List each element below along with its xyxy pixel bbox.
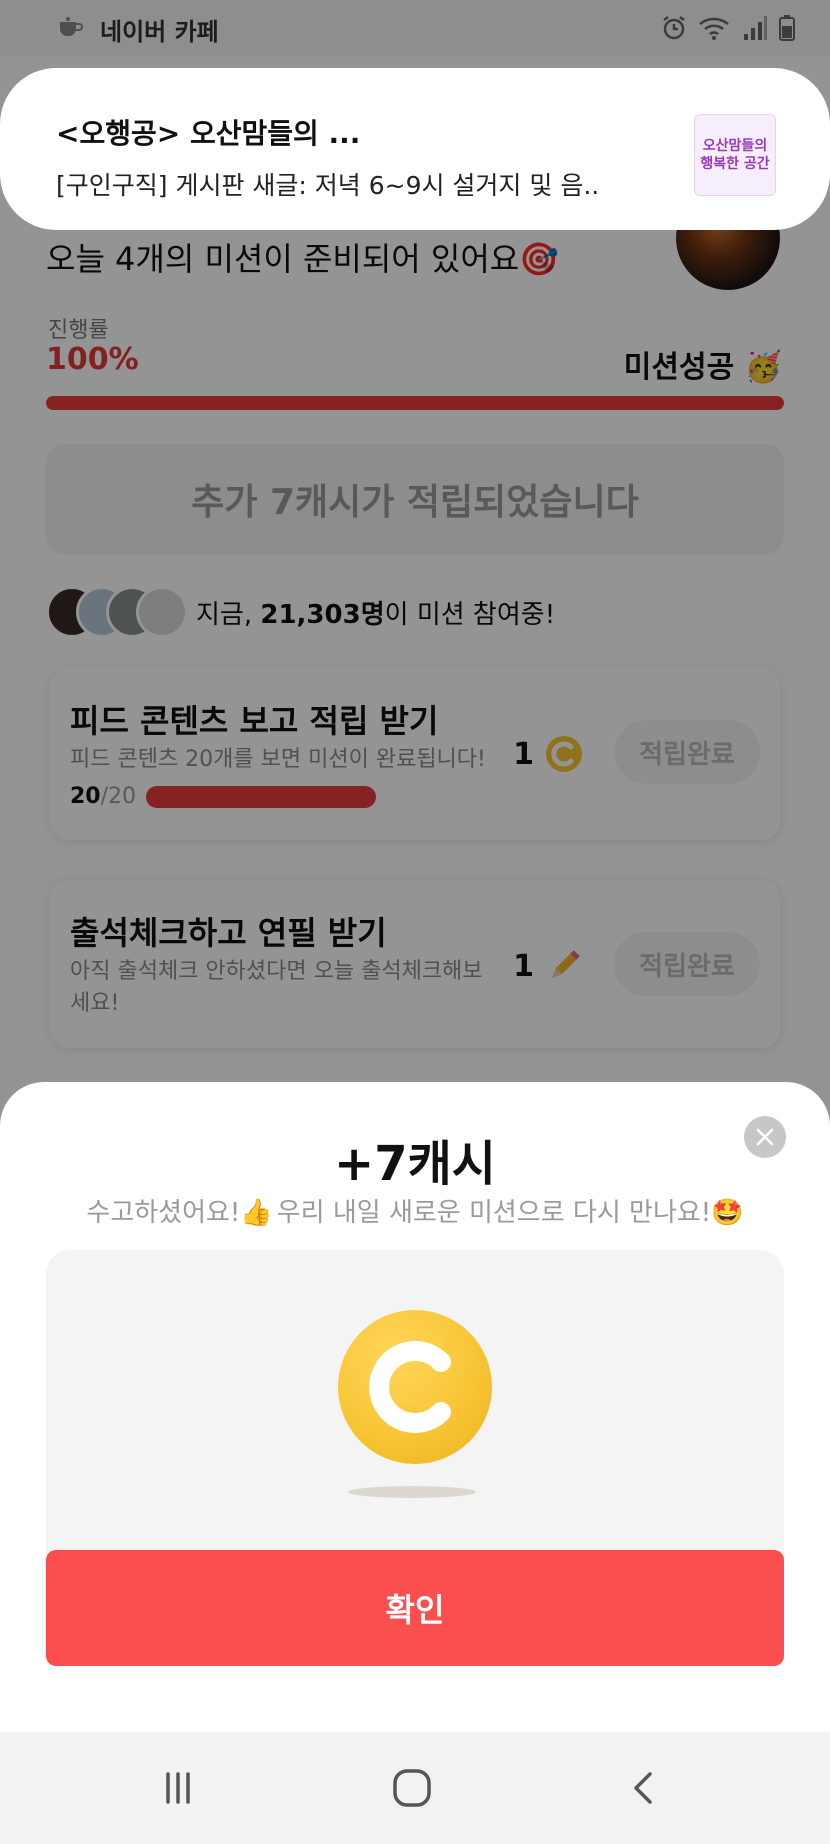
reward-bottom-sheet: +7캐시 수고하셨어요!👍 우리 내일 새로운 미션으로 다시 만나요!🤩 확인: [0, 1082, 830, 1732]
sheet-subtitle-end: 우리 내일 새로운 미션으로 다시 만나요!🤩: [276, 1198, 744, 1228]
back-icon: [634, 1772, 652, 1804]
home-button[interactable]: [382, 1762, 442, 1814]
coin-letter-c: [369, 1341, 451, 1433]
confirm-button[interactable]: 확인: [46, 1550, 784, 1666]
push-notification[interactable]: <오행공> 오산맘들의 ... [구인구직] 게시판 새글: 저녁 6~9시 설…: [0, 68, 830, 230]
sheet-subtitle: 수고하셨어요!👍 우리 내일 새로운 미션으로 다시 만나요!🤩: [0, 1192, 830, 1229]
recent-apps-button[interactable]: [148, 1762, 208, 1814]
recent-apps-icon: [166, 1772, 190, 1804]
cash-coin-icon: [338, 1310, 492, 1464]
back-button[interactable]: [614, 1762, 674, 1814]
home-icon: [393, 1769, 431, 1807]
coin-shadow: [348, 1486, 476, 1498]
notification-thumbnail: 오산맘들의 행복한 공간: [694, 114, 776, 196]
sheet-subtitle-start: 수고하셨어요!👍: [86, 1198, 273, 1228]
navigation-bar: [0, 1732, 830, 1844]
notification-title: <오행공> 오산맘들의 ...: [56, 117, 361, 150]
sheet-title: +7캐시: [334, 1136, 496, 1192]
notification-body: [구인구직] 게시판 새글: 저녁 6~9시 설거지 및 음..: [56, 171, 600, 200]
